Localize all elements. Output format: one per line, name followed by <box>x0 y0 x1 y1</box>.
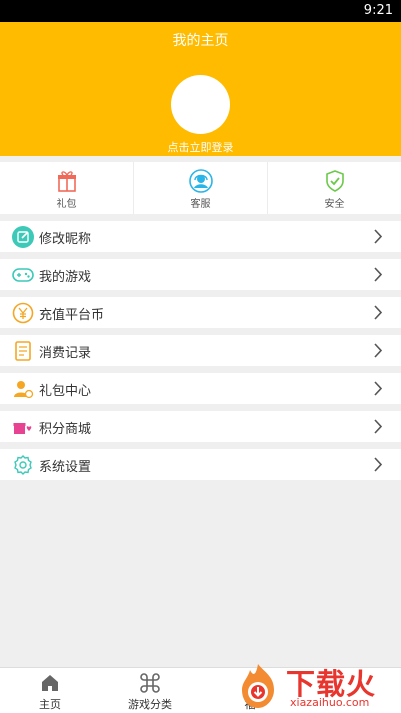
menu-item-label: 系统设置 <box>39 460 92 475</box>
menu-item-label: 我的游戏 <box>39 270 92 285</box>
avatar[interactable] <box>171 75 230 134</box>
menu-item-label: 修改昵称 <box>39 232 92 247</box>
tab-label: 主页 <box>39 698 61 711</box>
menu-item-system-settings[interactable]: 系统设置 <box>0 449 401 480</box>
quick-action-gift[interactable]: 礼包 <box>0 162 134 214</box>
gift-box-icon <box>13 423 32 434</box>
menu-item-gift-center[interactable]: 礼包中心 <box>0 373 401 404</box>
quick-action-security[interactable]: 安全 <box>268 162 401 214</box>
settings-menu: 修改昵称 我的游戏 充值平台币 消费记录 礼包中心 积分商城 系统设置 <box>0 221 401 487</box>
flame-logo-icon <box>242 664 274 708</box>
edit-icon <box>12 226 34 248</box>
chevron-right-icon <box>374 305 383 320</box>
command-icon <box>140 673 160 693</box>
yuan-coin-icon <box>12 302 34 324</box>
chevron-right-icon <box>374 229 383 244</box>
quick-action-customer-service[interactable]: 客服 <box>134 162 268 214</box>
tab-home[interactable]: 主页 <box>0 668 100 713</box>
quick-action-label: 礼包 <box>56 199 77 210</box>
watermark-url: xiazaihuo.com <box>290 696 370 709</box>
menu-item-label: 积分商城 <box>39 422 92 437</box>
status-bar: 9:21 <box>0 0 401 22</box>
menu-item-recharge[interactable]: 充值平台币 <box>0 297 401 328</box>
watermark-logo: 下载火 xiazaihuo.com <box>232 660 401 713</box>
quick-action-label: 安全 <box>324 199 345 210</box>
menu-item-label: 礼包中心 <box>39 384 92 399</box>
chevron-right-icon <box>374 457 383 472</box>
quick-actions-bar: 礼包 客服 安全 <box>0 162 401 214</box>
menu-item-my-games[interactable]: 我的游戏 <box>0 259 401 290</box>
tab-game-categories[interactable]: 游戏分类 <box>100 668 200 713</box>
user-gift-icon <box>14 381 34 399</box>
gift-icon <box>57 171 76 192</box>
home-icon <box>42 675 58 691</box>
document-icon <box>15 341 31 361</box>
gamepad-icon <box>12 268 34 282</box>
status-time: 9:21 <box>363 3 393 18</box>
chevron-right-icon <box>374 267 383 282</box>
customer-service-icon <box>188 169 213 193</box>
tab-label: 游戏分类 <box>128 698 172 711</box>
page-title: 我的主页 <box>172 33 229 49</box>
login-link[interactable]: 点击立即登录 <box>0 139 401 155</box>
chevron-right-icon <box>374 343 383 358</box>
menu-item-purchase-history[interactable]: 消费记录 <box>0 335 401 366</box>
menu-item-points-mall[interactable]: 积分商城 <box>0 411 401 442</box>
chevron-right-icon <box>374 381 383 396</box>
menu-item-label: 充值平台币 <box>39 308 105 323</box>
profile-header: 我的主页 点击立即登录 <box>0 22 401 156</box>
shield-check-icon <box>325 170 344 192</box>
menu-item-edit-nickname[interactable]: 修改昵称 <box>0 221 401 252</box>
chevron-right-icon <box>374 419 383 434</box>
gear-icon <box>14 455 32 475</box>
quick-action-label: 客服 <box>190 199 211 210</box>
menu-item-label: 消费记录 <box>39 346 92 361</box>
